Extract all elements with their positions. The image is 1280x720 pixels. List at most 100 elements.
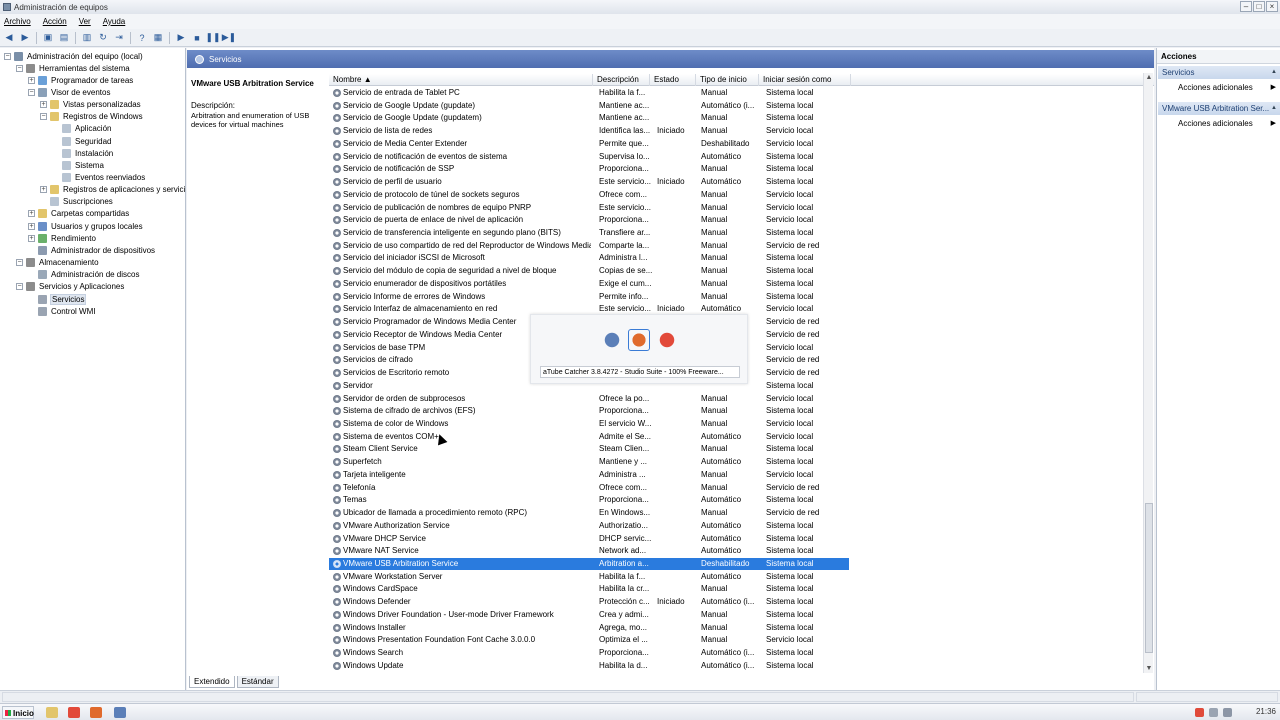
collapse-icon[interactable]: − <box>16 283 23 291</box>
menu-ayuda[interactable]: Ayuda <box>103 17 126 26</box>
tree-item[interactable]: Sistema <box>52 159 105 171</box>
column-iniciar-sesion[interactable]: Iniciar sesión como <box>759 74 851 86</box>
expand-icon[interactable]: + <box>28 210 35 218</box>
service-row[interactable]: Windows Presentation Foundation Font Cac… <box>329 634 849 646</box>
expand-icon[interactable]: + <box>40 186 47 194</box>
service-row[interactable]: VMware USB Arbitration Service Arbitratio… <box>329 558 849 570</box>
tree-item[interactable]: Suscripciones <box>40 196 114 208</box>
service-row[interactable]: Windows Driver Foundation - User-mode Dr… <box>329 609 849 621</box>
tree-item[interactable]: Servicios <box>28 293 87 305</box>
collapse-icon[interactable]: − <box>16 259 23 267</box>
tab-extendido[interactable]: Extendido <box>189 676 235 688</box>
service-row[interactable]: VMware DHCP Service DHCP servic... Automát… <box>329 533 849 545</box>
column-nombre[interactable]: Nombre ▲ <box>329 74 593 86</box>
service-row[interactable]: Temas Proporciona... Automático Sistema loc… <box>329 494 849 506</box>
service-row[interactable]: Servidor de orden de subprocesos Ofrece l… <box>329 393 849 405</box>
back-button[interactable]: ◀ <box>2 31 16 45</box>
vertical-scrollbar[interactable]: ▲ ▼ <box>1143 73 1153 673</box>
forward-button[interactable]: ▶ <box>18 31 32 45</box>
atube-catcher-icon[interactable] <box>628 329 650 351</box>
service-row[interactable]: Servicio de transferencia inteligente en… <box>329 227 849 239</box>
restart-service-button[interactable]: ▶❚ <box>222 31 236 45</box>
service-row[interactable]: Telefonía Ofrece com... Manual Servicio de … <box>329 482 849 494</box>
show-action-pane-button[interactable]: ▦ <box>151 31 165 45</box>
service-row[interactable]: Servicio de lista de redes Identifica las… <box>329 125 849 137</box>
tree-item[interactable]: Seguridad <box>52 135 112 147</box>
service-row[interactable]: Servicio del iniciador iSCSI de Microsof… <box>329 252 849 264</box>
maximize-button[interactable]: □ <box>1253 1 1265 12</box>
close-button[interactable]: × <box>1266 1 1278 12</box>
expand-icon[interactable]: + <box>40 101 47 109</box>
expand-icon[interactable]: + <box>28 222 35 230</box>
pause-service-button[interactable]: ❚❚ <box>205 31 220 45</box>
tree-item[interactable]: + Rendimiento <box>28 232 97 244</box>
tree-item[interactable]: − Servicios y Aplicaciones <box>16 281 125 293</box>
service-row[interactable]: Servicio Informe de errores de Windows Pe… <box>329 291 849 303</box>
service-row[interactable]: Servicio de publicación de nombres de eq… <box>329 202 849 214</box>
service-row[interactable]: Windows Search Proporciona... Automático (… <box>329 647 849 659</box>
explorer-icon[interactable] <box>46 707 58 718</box>
service-row[interactable]: Tarjeta inteligente Administra ... Manual S… <box>329 469 849 481</box>
service-row[interactable]: Servicio de entrada de Tablet PC Habilita… <box>329 87 849 99</box>
service-row[interactable]: Servicio de notificación de eventos de s… <box>329 151 849 163</box>
service-row[interactable]: Windows Defender Protección c... Iniciado A… <box>329 596 849 608</box>
service-row[interactable]: Ubicador de llamada a procedimiento remo… <box>329 507 849 519</box>
collapse-icon[interactable]: − <box>28 88 35 96</box>
flag-tray-icon[interactable] <box>1195 708 1204 717</box>
properties-button[interactable]: ▥ <box>80 31 94 45</box>
menu-archivo[interactable]: Archivo <box>4 17 31 26</box>
tree-item[interactable]: Control WMI <box>28 305 96 317</box>
collapse-icon[interactable]: − <box>40 113 47 121</box>
actions-section-selected-service[interactable]: VMware USB Arbitration Ser... ▲ <box>1158 102 1280 115</box>
service-row[interactable]: Superfetch Mantiene y ... Automático Sistem… <box>329 456 849 468</box>
help-button[interactable]: ? <box>135 31 149 45</box>
service-row[interactable]: Sistema de color de Windows El servicio W… <box>329 418 849 430</box>
tree-item[interactable]: − Administración del equipo (local) <box>4 50 144 62</box>
service-row[interactable]: Windows CardSpace Habilita la cr... Manual… <box>329 583 849 595</box>
service-row[interactable]: Servicio enumerador de dispositivos port… <box>329 278 849 290</box>
service-row[interactable]: Servicio de protocolo de túnel de socket… <box>329 189 849 201</box>
service-row[interactable]: VMware Authorization Service Authorizatio… <box>329 520 849 532</box>
menu-ver[interactable]: Ver <box>79 17 91 26</box>
collapse-icon[interactable]: − <box>16 64 23 72</box>
minimize-button[interactable]: – <box>1240 1 1252 12</box>
show-hide-tree-button[interactable]: ▤ <box>57 31 71 45</box>
refresh-button[interactable]: ↻ <box>96 31 110 45</box>
tree-item[interactable]: + Programador de tareas <box>28 74 134 86</box>
scroll-down-arrow[interactable]: ▼ <box>1145 664 1153 673</box>
atube-catcher-icon[interactable] <box>90 707 102 718</box>
tree-item[interactable]: Instalación <box>52 147 114 159</box>
tree-item[interactable]: − Almacenamiento <box>16 257 100 269</box>
tree-item[interactable]: − Visor de eventos <box>28 86 111 98</box>
service-row[interactable]: Servicio de perfil de usuario Este servic… <box>329 176 849 188</box>
service-row[interactable]: Servicio de notificación de SSP Proporcio… <box>329 163 849 175</box>
tree-item[interactable]: Administración de discos <box>28 269 140 281</box>
up-folder-button[interactable]: ▣ <box>41 31 55 45</box>
tree-item[interactable]: Eventos reenviados <box>52 172 146 184</box>
service-row[interactable]: Steam Client Service Steam Clien... Manual… <box>329 443 849 455</box>
scroll-thumb[interactable] <box>1145 503 1153 653</box>
service-row[interactable]: Windows Installer Agrega, mo... Manual Sist… <box>329 622 849 634</box>
tree-item[interactable]: − Registros de Windows <box>40 111 144 123</box>
tab-estandar[interactable]: Estándar <box>236 676 279 688</box>
computer-management-icon[interactable] <box>601 329 623 351</box>
computer-management-icon[interactable] <box>114 707 126 718</box>
tree-item[interactable]: + Carpetas compartidas <box>28 208 130 220</box>
more-actions-item[interactable]: Acciones adicionales ▶ <box>1158 82 1280 94</box>
tree-item[interactable]: + Vistas personalizadas <box>40 99 142 111</box>
expand-icon[interactable]: + <box>28 234 35 242</box>
service-row[interactable]: Servicio de Media Center Extender Permite… <box>329 138 849 150</box>
service-row[interactable]: Servicio de Google Update (gupdatem) Mant… <box>329 112 849 124</box>
service-row[interactable]: VMware Workstation Server Habilita la f..… <box>329 571 849 583</box>
menu-accion[interactable]: Acción <box>43 17 67 26</box>
service-row[interactable]: Sistema de eventos COM+ Admite el Se... Au… <box>329 431 849 443</box>
chrome-icon[interactable] <box>68 707 80 718</box>
service-row[interactable]: VMware NAT Service Network ad... Automátic… <box>329 545 849 557</box>
tree-item[interactable]: + Usuarios y grupos locales <box>28 220 144 232</box>
column-descripcion[interactable]: Descripción <box>593 74 650 86</box>
network-tray-icon[interactable] <box>1209 708 1218 717</box>
service-row[interactable]: Servicio de Google Update (gupdate) Manti… <box>329 100 849 112</box>
actions-section-servicios[interactable]: Servicios ▲ <box>1158 66 1280 79</box>
tree-item[interactable]: Administrador de dispositivos <box>28 244 156 256</box>
collapse-icon[interactable]: − <box>4 52 11 60</box>
